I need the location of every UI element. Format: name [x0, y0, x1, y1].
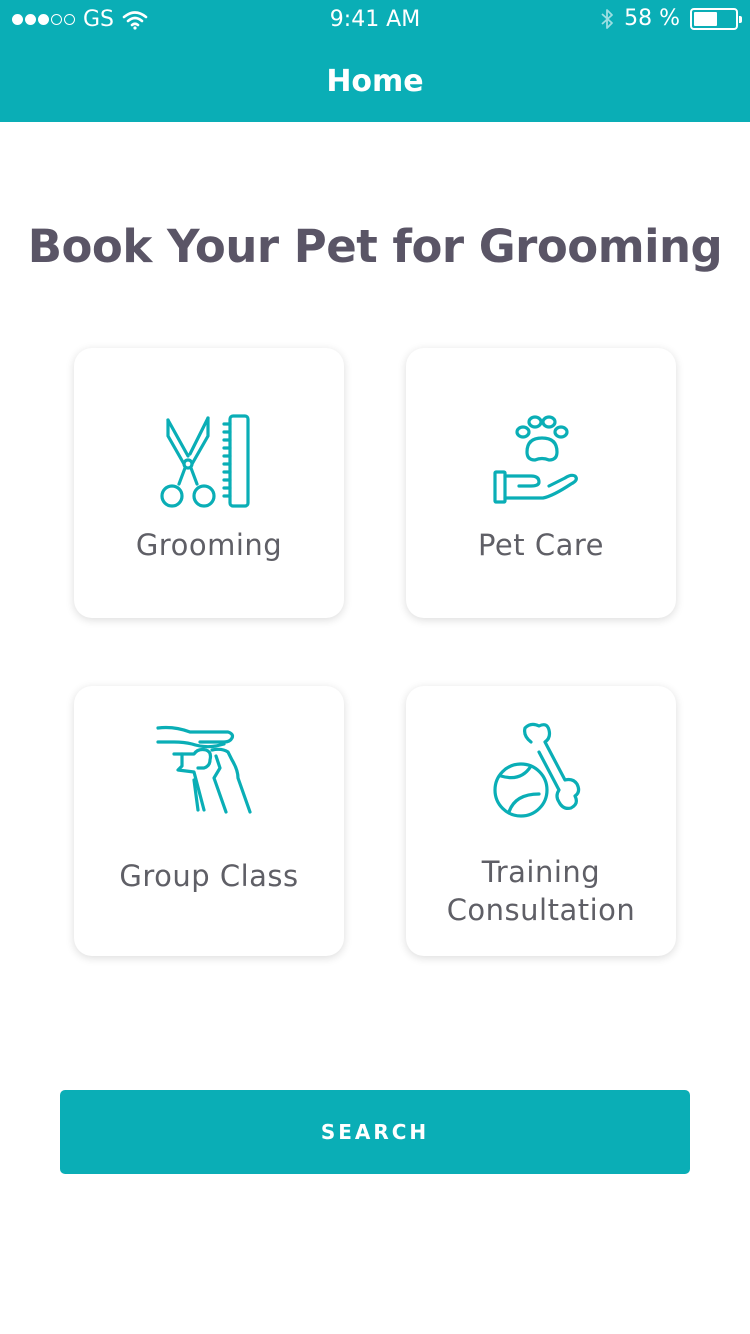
page-title: Home: [326, 64, 424, 99]
paw-hand-icon: [406, 410, 676, 510]
hand-petting-dog-icon: [74, 720, 344, 820]
bluetooth-icon: [601, 8, 613, 29]
group-class-card[interactable]: Group Class: [74, 686, 344, 956]
training-label-line2: Consultation: [446, 893, 636, 927]
grooming-label: Grooming: [135, 528, 283, 562]
main-heading: Book Your Pet for Grooming: [27, 220, 723, 273]
top-bar: GS 9:41 AM 58 % Home: [0, 0, 750, 122]
search-button[interactable]: SEARCH: [60, 1090, 690, 1174]
battery-fill: [694, 11, 717, 26]
training-consultation-label: Training Consultation: [406, 853, 676, 929]
training-label-line1: Training: [481, 855, 601, 889]
group-class-label: Group Class: [119, 859, 299, 893]
pet-care-label: Pet Care: [477, 528, 605, 562]
training-consultation-card[interactable]: Training Consultation: [406, 686, 676, 956]
battery-icon: [690, 7, 742, 30]
bone-ball-icon: [406, 720, 676, 820]
status-bar: GS 9:41 AM 58 %: [0, 0, 750, 40]
grooming-card[interactable]: Grooming: [74, 348, 344, 618]
battery-nub: [739, 15, 742, 23]
pet-care-card[interactable]: Pet Care: [406, 348, 676, 618]
battery-percent: 58 %: [624, 6, 680, 31]
scissors-comb-icon: [74, 410, 344, 510]
status-right: 58 %: [600, 6, 742, 31]
